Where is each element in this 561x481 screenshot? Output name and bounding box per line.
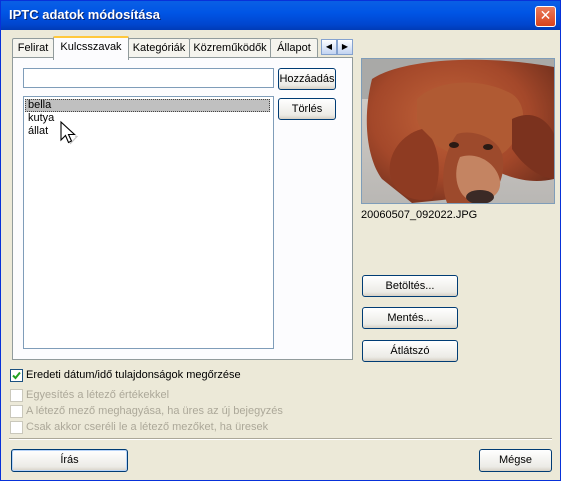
tab-kulcsszavak[interactable]: Kulcsszavak (53, 36, 129, 60)
mouse-cursor-icon (60, 120, 79, 145)
window-title: IPTC adatok módosítása (9, 7, 160, 22)
arrow-left-icon: ◀ (325, 42, 333, 51)
dialog-window: IPTC adatok módosítása ✕ Felirat Kulcssz… (0, 0, 561, 481)
photo-filename: 20060507_092022.JPG (361, 209, 478, 221)
keep-if-empty-label: A létező mező meghagyása, ha üres az új … (26, 405, 283, 417)
list-item[interactable]: állat (26, 125, 48, 138)
save-button[interactable]: Mentés... (362, 307, 458, 329)
preserve-datetime-checkbox[interactable] (10, 369, 23, 382)
tab-kozremukodok[interactable]: Közreműködők (189, 38, 271, 58)
checkmark-icon (12, 371, 21, 380)
replace-only-if-empty-checkbox[interactable] (10, 421, 23, 434)
tab-kategoriak[interactable]: Kategóriák (128, 38, 190, 58)
replace-only-if-empty-label: Csak akkor cseréli le a létező mezőket, … (26, 421, 269, 433)
tab-felirat[interactable]: Felirat (12, 38, 54, 58)
list-item[interactable]: bella (25, 99, 270, 112)
tab-scroll-right-button[interactable]: ▶ (337, 39, 353, 55)
close-icon: ✕ (539, 8, 552, 24)
merge-checkbox[interactable] (10, 389, 23, 402)
close-button[interactable]: ✕ (535, 6, 556, 27)
transparent-button[interactable]: Átlátszó (362, 340, 458, 362)
list-item[interactable]: kutya (26, 112, 54, 125)
dog-photo-image (362, 59, 554, 203)
delete-keyword-button[interactable]: Törlés (278, 98, 336, 120)
arrow-right-icon: ▶ (341, 42, 349, 51)
cancel-button[interactable]: Mégse (479, 449, 552, 472)
keep-if-empty-checkbox[interactable] (10, 405, 23, 418)
divider (9, 438, 552, 440)
keyword-input[interactable] (23, 68, 274, 88)
photo-preview (361, 58, 555, 204)
write-button[interactable]: Írás (11, 449, 128, 472)
preserve-datetime-label: Eredeti dátum/idő tulajdonságok megőrzés… (26, 369, 241, 381)
add-keyword-button[interactable]: Hozzáadás (278, 68, 336, 90)
title-bar[interactable]: IPTC adatok módosítása ✕ (1, 1, 560, 30)
load-button[interactable]: Betöltés... (362, 275, 458, 297)
tab-scroll-left-button[interactable]: ◀ (321, 39, 337, 55)
keywords-list[interactable]: bella kutya állat (23, 96, 274, 349)
merge-label: Egyesítés a létező értékekkel (26, 389, 170, 401)
tab-allapot[interactable]: Állapot (270, 38, 318, 58)
